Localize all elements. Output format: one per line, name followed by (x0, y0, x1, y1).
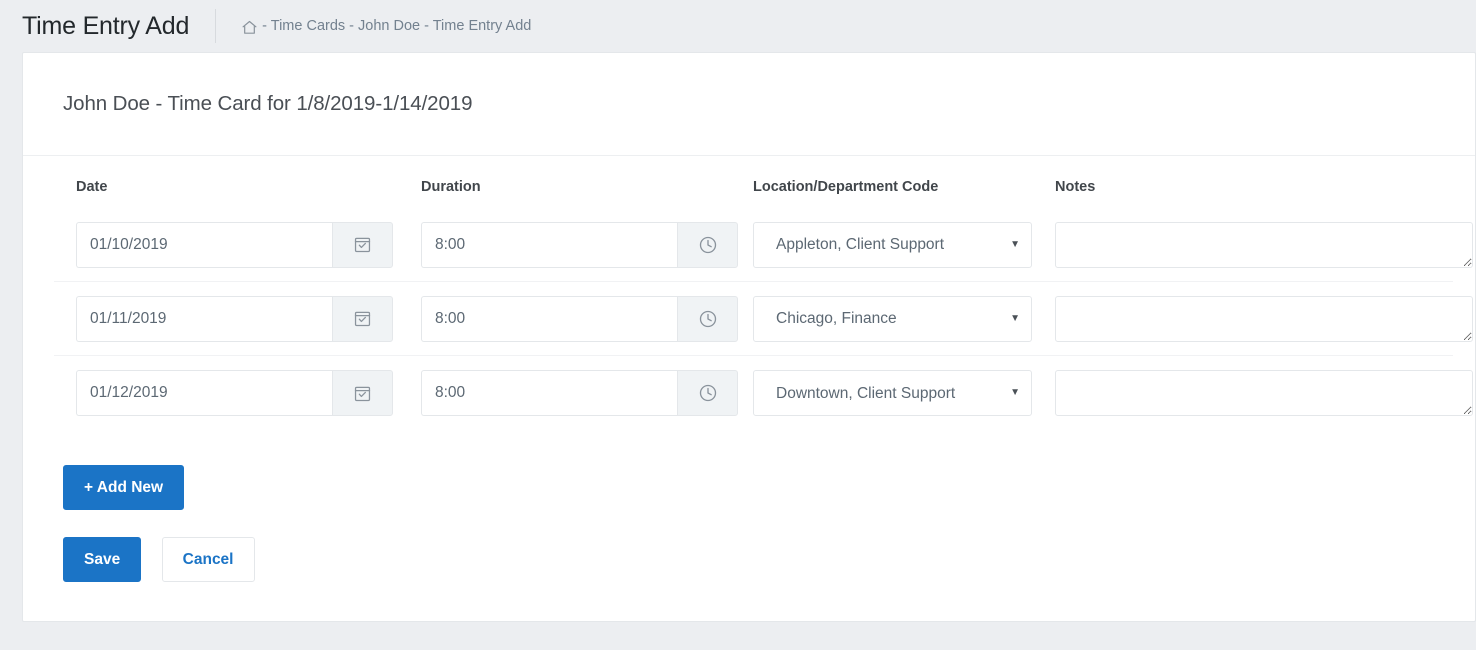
location-select-wrap: Appleton, Client Support ▼ (753, 221, 1032, 268)
calendar-icon (353, 309, 372, 328)
calendar-icon-button[interactable] (332, 370, 393, 416)
location-cell: Chicago, Finance ▼ (744, 295, 1046, 342)
breadcrumb: - Time Cards - John Doe - Time Entry Add (241, 18, 531, 35)
clock-icon (698, 235, 718, 255)
duration-cell (399, 295, 744, 342)
header-divider (215, 9, 217, 43)
duration-input[interactable] (421, 295, 677, 342)
location-select[interactable]: Chicago, Finance (753, 295, 1032, 342)
save-button[interactable]: Save (63, 537, 142, 582)
column-header-date: Date (76, 179, 108, 195)
location-select-wrap: Chicago, Finance ▼ (753, 295, 1032, 342)
clock-icon-button[interactable] (677, 370, 738, 416)
clock-icon (698, 383, 718, 403)
duration-cell (399, 370, 744, 416)
breadcrumb-text: - Time Cards - John Doe - Time Entry Add (262, 18, 532, 34)
notes-textarea[interactable] (1055, 370, 1473, 416)
notes-textarea[interactable] (1055, 221, 1473, 268)
clock-icon-button[interactable] (677, 295, 738, 342)
date-input-group (76, 370, 393, 416)
clock-icon (698, 309, 718, 329)
table-row: Chicago, Finance ▼ (54, 282, 1473, 356)
calendar-icon-button[interactable] (332, 295, 393, 342)
form-actions: + Add New Save Cancel (23, 430, 1475, 582)
date-cell (54, 221, 399, 268)
calendar-icon (353, 384, 372, 403)
date-input[interactable] (76, 221, 332, 268)
date-input[interactable] (76, 295, 332, 342)
duration-input-group (421, 370, 738, 416)
notes-textarea[interactable] (1055, 295, 1473, 342)
column-header-date-cell: Date (54, 179, 399, 195)
duration-input[interactable] (421, 221, 677, 268)
card-title: John Doe - Time Card for 1/8/2019-1/14/2… (63, 92, 473, 115)
home-icon[interactable] (241, 19, 258, 36)
column-header-location: Location/Department Code (753, 179, 939, 195)
date-input[interactable] (76, 370, 332, 416)
calendar-icon (353, 235, 372, 254)
location-select[interactable]: Downtown, Client Support (753, 370, 1032, 416)
location-select-wrap: Downtown, Client Support ▼ (753, 370, 1032, 416)
date-cell (54, 295, 399, 342)
table-header-row: Date Duration Location/Department Code N… (54, 156, 1453, 208)
location-select[interactable]: Appleton, Client Support (753, 221, 1032, 268)
add-new-button[interactable]: + Add New (63, 465, 185, 510)
date-input-group (76, 221, 393, 268)
calendar-icon-button[interactable] (332, 221, 393, 268)
time-entry-card: John Doe - Time Card for 1/8/2019-1/14/2… (22, 52, 1476, 622)
clock-icon-button[interactable] (677, 221, 738, 268)
duration-input-group (421, 221, 738, 268)
cancel-button[interactable]: Cancel (161, 537, 255, 582)
table-row: Downtown, Client Support ▼ (54, 356, 1473, 430)
notes-cell (1046, 370, 1474, 416)
duration-input[interactable] (421, 370, 677, 416)
page-title: Time Entry Add (22, 11, 190, 40)
column-header-location-cell: Location/Department Code (744, 179, 1046, 195)
top-header-bar: Time Entry Add - Time Cards - John Doe -… (0, 0, 1476, 52)
duration-input-group (421, 295, 738, 342)
column-header-duration-cell: Duration (399, 179, 744, 195)
save-cancel-row: Save Cancel (63, 537, 1475, 582)
card-header: John Doe - Time Card for 1/8/2019-1/14/2… (23, 53, 1475, 156)
time-entries-table: Date Duration Location/Department Code N… (23, 156, 1475, 430)
location-cell: Downtown, Client Support ▼ (744, 370, 1046, 416)
card-body: Date Duration Location/Department Code N… (23, 156, 1475, 582)
duration-cell (399, 221, 744, 268)
date-cell (54, 370, 399, 416)
column-header-notes: Notes (1055, 179, 1096, 195)
notes-cell (1046, 221, 1474, 268)
column-header-duration: Duration (421, 179, 481, 195)
notes-cell (1046, 295, 1474, 342)
date-input-group (76, 295, 393, 342)
table-row: Appleton, Client Support ▼ (54, 208, 1473, 282)
column-header-notes-cell: Notes (1046, 179, 1453, 195)
location-cell: Appleton, Client Support ▼ (744, 221, 1046, 268)
